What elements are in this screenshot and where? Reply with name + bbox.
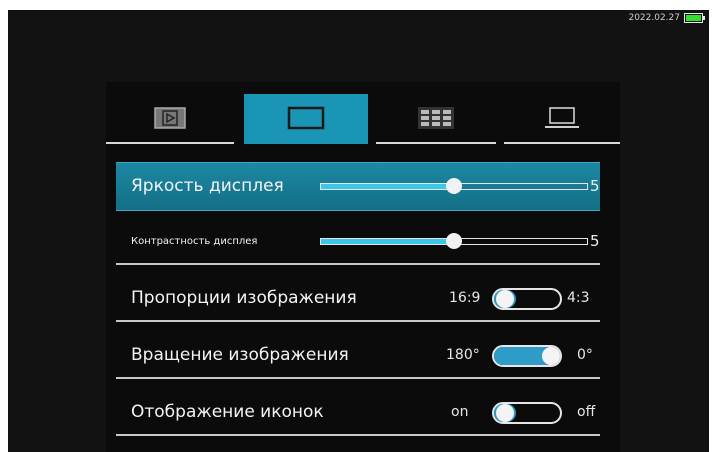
contrast-label: Контрастность дисплея: [131, 236, 258, 247]
contrast-slider-knob[interactable]: [446, 233, 462, 249]
brightness-label: Яркость дисплея: [131, 176, 284, 196]
aspect-toggle-knob: [496, 290, 514, 308]
rotation-label: Вращение изображения: [131, 345, 349, 365]
icons-row[interactable]: Отображение иконок on off: [116, 389, 600, 436]
tab-bar: [106, 94, 620, 144]
settings-panel: Яркость дисплея 5 Контрастность дисплея …: [106, 82, 620, 452]
brightness-value: 5: [590, 177, 600, 195]
datetime: 2022.02.27: [628, 13, 680, 23]
tab-system[interactable]: [504, 94, 620, 144]
rotation-toggle-knob: [542, 347, 560, 365]
aspect-option-4-3[interactable]: 4:3: [567, 275, 590, 322]
brightness-slider-knob[interactable]: [446, 178, 462, 194]
icons-option-on[interactable]: on: [451, 389, 468, 436]
icons-toggle-knob: [496, 404, 514, 422]
rotation-option-180[interactable]: 180°: [446, 332, 480, 379]
aspect-row[interactable]: Пропорции изображения 16:9 4:3: [116, 275, 600, 322]
rotation-toggle[interactable]: [492, 345, 562, 367]
brightness-row[interactable]: Яркость дисплея 5: [116, 162, 600, 211]
contrast-value: 5: [590, 232, 600, 250]
icons-label: Отображение иконок: [131, 402, 324, 422]
brightness-slider[interactable]: [320, 178, 588, 194]
display-icon: [287, 106, 325, 130]
tab-grid[interactable]: [376, 94, 496, 144]
laptop-icon: [545, 107, 579, 128]
device-screen: 2022.02.27 Яркость дисплея 5 Контрастнос…: [8, 10, 709, 452]
aspect-option-16-9[interactable]: 16:9: [449, 275, 480, 322]
icons-option-off[interactable]: off: [577, 389, 595, 436]
brightness-slider-fill: [321, 184, 454, 189]
aspect-label: Пропорции изображения: [131, 288, 357, 308]
rotation-option-0[interactable]: 0°: [577, 332, 593, 379]
tab-display[interactable]: [244, 94, 368, 144]
contrast-slider[interactable]: [320, 233, 588, 249]
contrast-slider-fill: [321, 239, 454, 244]
battery-icon: [684, 13, 705, 23]
icons-toggle[interactable]: [492, 402, 562, 424]
grid-icon: [418, 107, 454, 129]
play-icon: [154, 107, 186, 129]
rotation-row[interactable]: Вращение изображения 180° 0°: [116, 332, 600, 379]
aspect-toggle[interactable]: [492, 288, 562, 310]
tab-playback[interactable]: [106, 94, 234, 144]
contrast-row[interactable]: Контрастность дисплея 5: [116, 218, 600, 265]
status-bar: 2022.02.27: [628, 13, 705, 23]
